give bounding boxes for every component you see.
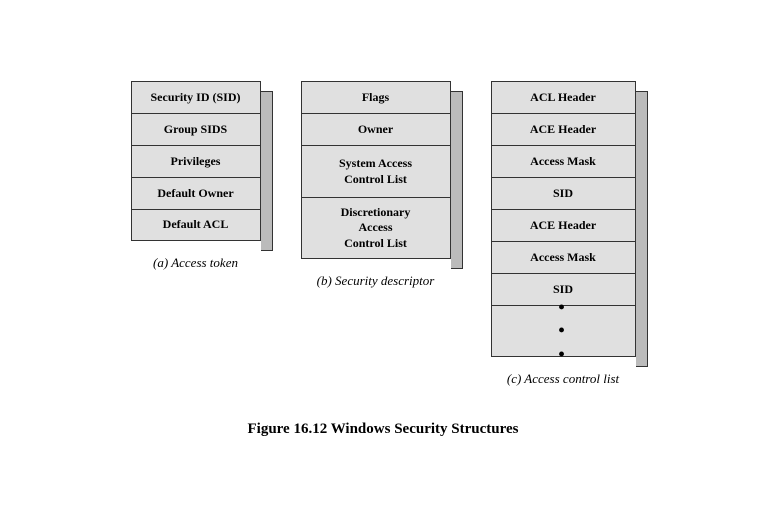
block-row: Default Owner	[131, 177, 261, 209]
block-row: Access Mask	[491, 241, 636, 273]
block-row: Default ACL	[131, 209, 261, 241]
block-side-face	[261, 91, 273, 251]
block-row: Group SIDS	[131, 113, 261, 145]
block-side-face	[636, 91, 648, 367]
diagram-caption: (b) Security descriptor	[317, 273, 435, 289]
block-row: ACE Header	[491, 209, 636, 241]
diagrams-row: Security ID (SID)Group SIDSPrivilegesDef…	[131, 71, 636, 387]
diagram-security-descriptor: FlagsOwnerSystem AccessControl ListDiscr…	[301, 71, 451, 289]
block-wrapper-access-token: Security ID (SID)Group SIDSPrivilegesDef…	[131, 81, 261, 241]
block-row: Owner	[301, 113, 451, 145]
block-row: •••	[491, 305, 636, 357]
diagram-access-control-list: ACL HeaderACE HeaderAccess MaskSIDACE He…	[491, 71, 636, 387]
block-wrapper-security-descriptor: FlagsOwnerSystem AccessControl ListDiscr…	[301, 81, 451, 259]
block-side-face	[451, 91, 463, 269]
block-row: SID	[491, 177, 636, 209]
diagram-access-token: Security ID (SID)Group SIDSPrivilegesDef…	[131, 71, 261, 271]
figure-title: Figure 16.12 Windows Security Structures	[248, 421, 519, 438]
block-row: Security ID (SID)	[131, 81, 261, 113]
block-row: Flags	[301, 81, 451, 113]
block-row: Access Mask	[491, 145, 636, 177]
block-row: DiscretionaryAccessControl List	[301, 197, 451, 259]
block-row: ACE Header	[491, 113, 636, 145]
block-row: ACL Header	[491, 81, 636, 113]
diagram-caption: (c) Access control list	[507, 371, 619, 387]
block-row: System AccessControl List	[301, 145, 451, 197]
block-row: Privileges	[131, 145, 261, 177]
block-wrapper-access-control-list: ACL HeaderACE HeaderAccess MaskSIDACE He…	[491, 81, 636, 357]
diagram-caption: (a) Access token	[153, 255, 238, 271]
